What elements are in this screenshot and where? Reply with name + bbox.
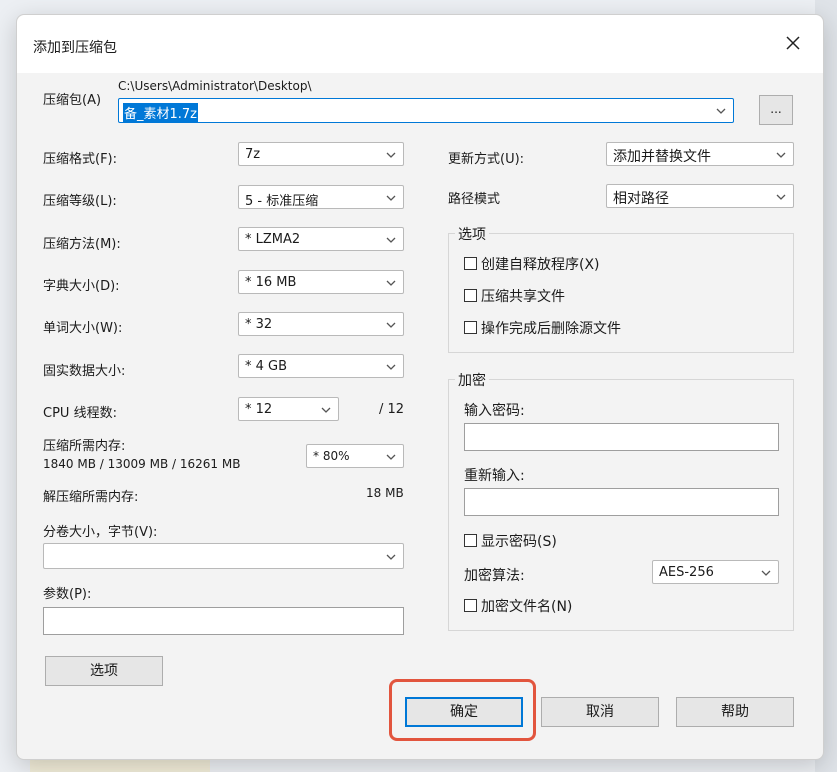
volume-label: 分卷大小，字节(V): [43,525,158,540]
decompress-value: 18 MB [366,486,404,500]
title-bar: 添加到压缩包 [17,15,823,73]
dict-value: * 16 MB [245,275,297,290]
archive-name-combo[interactable]: 备_素材1.7z [118,98,734,123]
format-value: 7z [245,147,261,162]
chevron-down-icon [386,237,396,243]
chevron-down-icon [321,407,331,413]
encryption-method-value: AES-256 [659,565,714,580]
solid-value: * 4 GB [245,359,288,374]
params-label: 参数(P): [43,587,92,602]
archive-path: C:\Users\Administrator\Desktop\ [118,79,312,93]
memory-label: 压缩所需内存: [43,439,126,454]
chevron-down-icon [761,570,771,576]
shared-checkbox[interactable] [464,289,477,302]
show-password-label: 显示密码(S) [481,534,557,550]
solid-select[interactable]: * 4 GB [238,354,404,378]
close-icon[interactable] [781,31,805,55]
path-mode-label: 路径模式 [448,192,501,207]
update-value: 添加并替换文件 [613,149,711,165]
method-label: 压缩方法(M): [43,237,121,252]
word-value: * 32 [245,317,273,332]
add-to-archive-dialog: 添加到压缩包 压缩包(A) C:\Users\Administrator\Des… [16,14,824,760]
level-label: 压缩等级(L): [43,194,117,209]
path-mode-value: 相对路径 [613,191,669,207]
solid-label: 固实数据大小: [43,364,126,379]
password-label: 输入密码: [464,403,525,419]
browse-button[interactable]: ... [759,95,793,125]
shared-label: 压缩共享文件 [481,289,565,305]
delete-source-label: 操作完成后删除源文件 [481,321,621,337]
chevron-down-icon [776,194,786,200]
update-label: 更新方式(U): [448,152,525,167]
encryption-method-select[interactable]: AES-256 [652,560,779,584]
decompress-label: 解压缩所需内存: [43,490,139,505]
chevron-down-icon [386,454,396,460]
format-select[interactable]: 7z [238,142,404,166]
cpu-max: / 12 [379,402,405,417]
chevron-down-icon [386,554,396,560]
memory-detail: 1840 MB / 13009 MB / 16261 MB [43,457,241,471]
archive-label: 压缩包(A) [43,93,102,108]
chevron-down-icon [386,195,396,201]
volume-select[interactable] [43,543,404,569]
format-label: 压缩格式(F): [43,152,118,167]
chevron-down-icon [386,152,396,158]
options-group-title: 选项 [455,224,489,244]
reenter-password-input[interactable] [464,488,779,516]
dict-label: 字典大小(D): [43,279,120,294]
chevron-down-icon [776,152,786,158]
ok-button[interactable]: 确定 [405,697,523,727]
dialog-title: 添加到压缩包 [33,40,117,56]
word-label: 单词大小(W): [43,321,123,336]
options-button[interactable]: 选项 [45,656,163,686]
show-password-checkbox[interactable] [464,534,477,547]
chevron-down-icon [386,322,396,328]
memory-value: * 80% [313,449,350,463]
cpu-label: CPU 线程数: [43,406,117,421]
cancel-button[interactable]: 取消 [541,697,659,727]
help-button[interactable]: 帮助 [676,697,794,727]
sfx-label: 创建自释放程序(X) [481,257,600,273]
encryption-method-label: 加密算法: [464,568,525,584]
path-mode-select[interactable]: 相对路径 [606,184,794,208]
level-select[interactable]: 5 - 标准压缩 [238,185,404,209]
encrypt-names-label: 加密文件名(N) [481,599,573,615]
level-value: 5 - 标准压缩 [245,194,319,209]
encrypt-names-checkbox[interactable] [464,599,477,612]
method-value: * LZMA2 [245,232,301,247]
cpu-select[interactable]: * 12 [238,397,339,421]
cpu-value: * 12 [245,402,273,417]
chevron-down-icon [716,108,726,114]
chevron-down-icon [386,280,396,286]
word-select[interactable]: * 32 [238,312,404,336]
chevron-down-icon [386,364,396,370]
update-select[interactable]: 添加并替换文件 [606,142,794,166]
sfx-checkbox[interactable] [464,257,477,270]
method-select[interactable]: * LZMA2 [238,227,404,251]
reenter-label: 重新输入: [464,468,525,484]
params-input[interactable] [43,607,404,635]
archive-name-value: 备_素材1.7z [123,103,198,122]
delete-source-checkbox[interactable] [464,321,477,334]
password-input[interactable] [464,423,779,451]
memory-select[interactable]: * 80% [306,444,404,468]
encryption-group-title: 加密 [455,370,489,390]
dict-select[interactable]: * 16 MB [238,270,404,294]
